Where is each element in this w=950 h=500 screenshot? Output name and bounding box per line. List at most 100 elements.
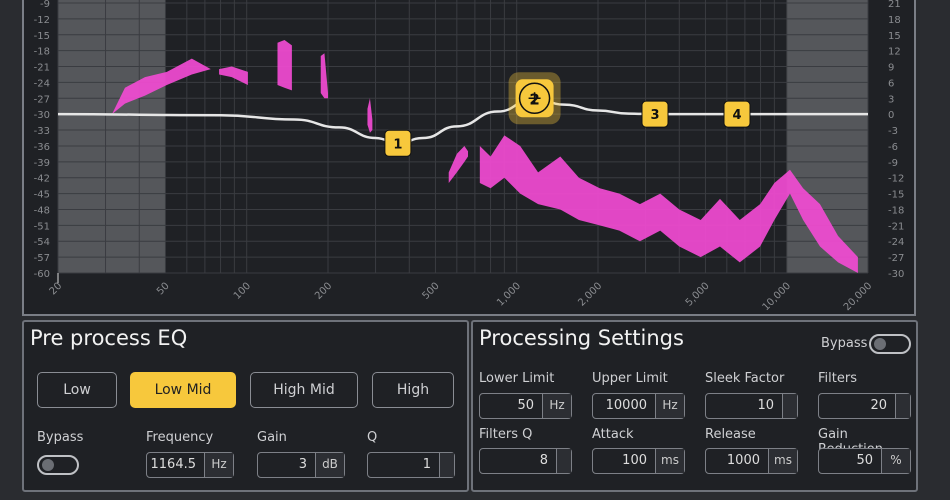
- band-low-mid-button[interactable]: Low Mid: [130, 372, 236, 408]
- y-left-tick-label: -57: [34, 253, 50, 264]
- sleek-factor-unit: [782, 394, 797, 418]
- panel-title: Pre process EQ: [30, 326, 188, 350]
- attack-label: Attack: [592, 427, 634, 442]
- attack-field[interactable]: 100 ms: [592, 448, 685, 474]
- x-tick-label: 100: [232, 281, 253, 302]
- gain-unit: dB: [315, 453, 344, 477]
- y-right-tick-label: 0: [888, 110, 894, 121]
- q-field[interactable]: 1: [367, 452, 455, 478]
- y-right-tick-label: -18: [888, 205, 904, 216]
- y-right-tick-label: -24: [888, 237, 904, 248]
- lower-limit-value[interactable]: 50: [480, 394, 542, 418]
- x-tick-label: 5,000: [684, 281, 712, 309]
- eq-node-1[interactable]: 1: [384, 129, 412, 157]
- eq-graph[interactable]: -9-12-15-18-21-24-27-30-33-36-39-42-45-4…: [0, 0, 950, 318]
- gain-reduction-value[interactable]: 50: [819, 449, 881, 473]
- eq-node-4[interactable]: 4: [723, 100, 751, 128]
- filters-q-value[interactable]: 8: [480, 449, 556, 473]
- y-left-tick-label: -21: [34, 63, 50, 74]
- upper-limit-unit: Hz: [655, 394, 684, 418]
- lower-limit-label: Lower Limit: [479, 371, 555, 386]
- y-left-tick-label: -60: [34, 269, 50, 280]
- x-tick-label: 2,000: [576, 281, 604, 309]
- y-right-tick-label: 9: [888, 63, 894, 74]
- y-left-tick-label: -42: [34, 174, 50, 185]
- y-left-tick-label: -9: [40, 0, 50, 10]
- filters-q-label: Filters Q: [479, 427, 533, 442]
- lower-limit-field[interactable]: 50 Hz: [479, 393, 572, 419]
- y-right-tick-label: 15: [888, 31, 901, 42]
- y-left-tick-label: -54: [34, 237, 50, 248]
- gain-value[interactable]: 3: [258, 453, 315, 477]
- gain-reduction-unit: %: [881, 449, 910, 473]
- attack-value[interactable]: 100: [593, 449, 655, 473]
- y-left-tick-label: -15: [34, 31, 50, 42]
- filters-label: Filters: [818, 371, 857, 386]
- band-low-button[interactable]: Low: [37, 372, 117, 408]
- y-right-tick-label: 6: [888, 78, 894, 89]
- upper-limit-field[interactable]: 10000 Hz: [592, 393, 685, 419]
- q-value[interactable]: 1: [368, 453, 439, 477]
- gain-field[interactable]: 3 dB: [257, 452, 345, 478]
- lower-limit-unit: Hz: [542, 394, 571, 418]
- bypass-label: Bypass: [821, 336, 868, 351]
- y-right-tick-label: -15: [888, 190, 904, 201]
- bypass-label: Bypass: [37, 430, 84, 445]
- processing-settings-panel: Processing Settings Bypass Lower Limit 50…: [471, 320, 918, 492]
- y-left-tick-label: -36: [34, 142, 50, 153]
- y-left-tick-label: -48: [34, 205, 50, 216]
- toggle-knob: [42, 459, 54, 471]
- gain-label: Gain: [257, 430, 287, 445]
- frequency-field[interactable]: 1164.5 Hz: [146, 452, 234, 478]
- frequency-label: Frequency: [146, 430, 214, 445]
- sleek-factor-field[interactable]: 10: [705, 393, 798, 419]
- x-tick-label: 10,000: [761, 281, 794, 314]
- upper-limit-value[interactable]: 10000: [593, 394, 655, 418]
- band-high-button[interactable]: High: [372, 372, 454, 408]
- filters-q-field[interactable]: 8: [479, 448, 572, 474]
- y-right-tick-label: -12: [888, 174, 904, 185]
- eq-node-2[interactable]: 2: [508, 72, 561, 125]
- node-label: 3: [650, 108, 659, 123]
- sleek-factor-value[interactable]: 10: [706, 394, 782, 418]
- processing-bypass-toggle[interactable]: [869, 334, 911, 354]
- band-high-mid-button[interactable]: High Mid: [250, 372, 358, 408]
- release-label: Release: [705, 427, 756, 442]
- eq-bypass-toggle[interactable]: [37, 455, 79, 475]
- upper-limit-label: Upper Limit: [592, 371, 668, 386]
- pre-process-eq-panel: Pre process EQ Low Low Mid High Mid High…: [22, 320, 469, 492]
- y-right-tick-label: -27: [888, 253, 904, 264]
- toggle-knob: [874, 338, 886, 350]
- filters-unit: [895, 394, 910, 418]
- eq-node-3[interactable]: 3: [641, 100, 669, 128]
- y-right-tick-label: -6: [888, 142, 898, 153]
- release-value[interactable]: 1000: [706, 449, 768, 473]
- y-left-tick-label: -30: [34, 110, 50, 121]
- panel-title: Processing Settings: [479, 326, 684, 350]
- x-tick-label: 20,000: [842, 281, 875, 314]
- y-right-tick-label: 12: [888, 47, 901, 58]
- release-field[interactable]: 1000 ms: [705, 448, 798, 474]
- release-unit: ms: [768, 449, 797, 473]
- frequency-value[interactable]: 1164.5: [147, 453, 204, 477]
- filters-field[interactable]: 20: [818, 393, 911, 419]
- y-left-tick-label: -33: [34, 126, 50, 137]
- q-label: Q: [367, 430, 378, 445]
- y-left-tick-label: -18: [34, 47, 50, 58]
- y-right-tick-label: -30: [888, 269, 904, 280]
- node-label: 4: [732, 108, 741, 123]
- x-tick-label: 50: [155, 281, 172, 298]
- filters-value[interactable]: 20: [819, 394, 895, 418]
- y-right-tick-label: 18: [888, 15, 901, 26]
- y-left-tick-label: -12: [34, 15, 50, 26]
- x-tick-label: 1,000: [495, 281, 523, 309]
- inactive-range: [58, 0, 166, 273]
- y-right-tick-label: -3: [888, 126, 898, 137]
- gain-reduction-field[interactable]: 50%: [818, 448, 911, 474]
- y-right-tick-label: -9: [888, 158, 898, 169]
- q-unit: [439, 453, 454, 477]
- x-tick-label: 200: [313, 281, 334, 302]
- node-label: 1: [393, 137, 402, 152]
- attack-unit: ms: [655, 449, 684, 473]
- y-right-tick-label: 21: [888, 0, 901, 10]
